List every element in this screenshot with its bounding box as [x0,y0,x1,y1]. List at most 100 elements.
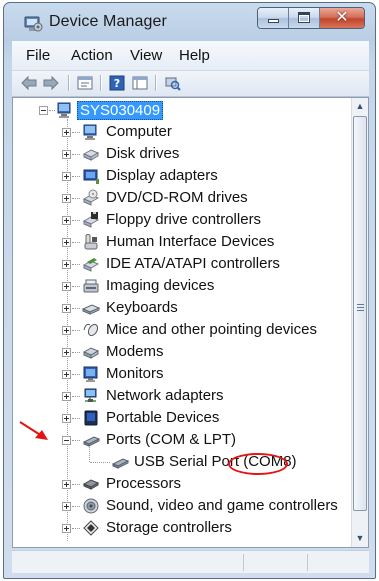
tree-item-row[interactable]: Human Interface Devices [13,231,348,253]
menu-bar: File Action View Help [12,41,369,71]
maximize-icon [298,12,310,23]
tree-item-label[interactable]: Human Interface Devices [106,233,274,250]
expand-toggle-icon[interactable] [62,172,71,181]
floppy-icon [82,212,100,228]
expand-toggle-icon[interactable] [62,370,71,379]
expand-toggle-icon[interactable] [62,414,71,423]
tree-item-label[interactable]: Network adapters [106,387,224,404]
tree-item-row[interactable]: Floppy drive controllers [13,209,348,231]
expand-toggle-icon[interactable] [62,392,71,401]
tree-item-label[interactable]: Floppy drive controllers [106,211,261,228]
toolbar-separator [68,75,69,91]
tree-item-label[interactable]: Portable Devices [106,409,219,426]
tree-item-label[interactable]: DVD/CD-ROM drives [106,189,248,206]
tree-item-row[interactable]: Computer [13,121,348,143]
menu-action[interactable]: Action [71,47,113,64]
minimize-icon [268,19,279,23]
tree-item-row[interactable]: Network adapters [13,385,348,407]
tree-item-row[interactable]: Portable Devices [13,407,348,429]
expand-toggle-icon[interactable] [62,150,71,159]
status-cell [308,554,368,571]
tree-item-label[interactable]: Ports (COM & LPT) [106,431,236,448]
mouse-icon [83,323,99,337]
collapse-toggle-icon[interactable] [39,106,48,115]
tree-item-row[interactable]: Mice and other pointing devices [13,319,348,341]
tree-item-label[interactable]: Storage controllers [106,519,232,536]
storage-icon [83,520,99,536]
tree-item-label[interactable]: Processors [106,475,181,492]
scan-hardware-icon[interactable] [162,74,182,92]
tree-item-row[interactable]: Processors [13,473,348,495]
expand-toggle-icon[interactable] [62,524,71,533]
title-bar[interactable]: Device Manager ✕ [4,3,375,41]
maximize-button[interactable] [289,8,320,28]
expand-toggle-icon[interactable] [62,128,71,137]
tree-item-label[interactable]: Mice and other pointing devices [106,321,317,338]
caption-buttons: ✕ [257,7,365,29]
back-icon[interactable] [19,74,39,92]
minimize-button[interactable] [258,8,289,28]
device-manager-window: Device Manager ✕ File Action View Help ?… [3,2,376,579]
tree-root-row[interactable]: SYS030409 [13,99,348,121]
tree-item-label[interactable]: Disk drives [106,145,179,162]
tree-item-row[interactable]: Display adapters [13,165,348,187]
tree-item-row[interactable]: Disk drives [13,143,348,165]
status-cell [12,554,244,571]
expand-toggle-icon[interactable] [62,304,71,313]
scroll-up-icon[interactable]: ▲ [352,98,368,115]
tree-item-row[interactable]: DVD/CD-ROM drives [13,187,348,209]
tree-item-row[interactable]: Storage controllers [13,517,348,539]
scroll-thumb[interactable] [353,116,367,511]
tree-item-row[interactable]: Keyboards [13,297,348,319]
port-icon [111,458,129,469]
tree-item-row[interactable]: Ports (COM & LPT) [13,429,348,451]
menu-file[interactable]: File [26,47,50,64]
tree-item-row[interactable]: Modems [13,341,348,363]
tree-item-label[interactable]: Keyboards [106,299,178,316]
port-icon [82,436,100,447]
tree-item-label[interactable]: Monitors [106,365,164,382]
expand-toggle-icon[interactable] [62,502,71,511]
network-icon [84,388,97,402]
annotation-circle [228,453,288,475]
toolbar-separator [155,75,156,91]
collapse-toggle-icon[interactable] [62,436,71,445]
menu-help[interactable]: Help [179,47,210,64]
forward-icon[interactable] [41,74,61,92]
processor-icon [82,479,100,490]
tree-item-label[interactable]: IDE ATA/ATAPI controllers [106,255,280,272]
tree-item-row[interactable]: IDE ATA/ATAPI controllers [13,253,348,275]
help-icon[interactable]: ? [107,74,127,92]
tree-item-row[interactable]: Sound, video and game controllers [13,495,348,517]
close-button[interactable]: ✕ [320,8,364,28]
expand-toggle-icon[interactable] [62,326,71,335]
tree-root-label[interactable]: SYS030409 [77,101,164,120]
expand-toggle-icon[interactable] [62,260,71,269]
scroll-down-icon[interactable]: ▼ [352,530,368,547]
monitor-icon [83,366,98,382]
tree-item-label[interactable]: Display adapters [106,167,218,184]
expand-toggle-icon[interactable] [62,238,71,247]
tree-item-label[interactable]: Sound, video and game controllers [106,497,338,514]
keyboard-icon [82,304,100,315]
expand-toggle-icon[interactable] [62,480,71,489]
toolbar-separator [100,75,101,91]
expand-toggle-icon[interactable] [62,194,71,203]
tree-item-label[interactable]: Computer [106,123,172,140]
tree-item-row[interactable]: Monitors [13,363,348,385]
expand-toggle-icon[interactable] [62,216,71,225]
window-title: Device Manager [49,13,167,30]
svg-text:?: ? [114,77,120,90]
expand-toggle-icon[interactable] [62,282,71,291]
tree-item-row[interactable]: Imaging devices [13,275,348,297]
tree-item-label[interactable]: Imaging devices [106,277,214,294]
tree-item-label[interactable]: Modems [106,343,164,360]
tree-child-row[interactable]: USB Serial Port (COM8) [13,447,348,473]
properties-icon[interactable] [75,74,95,92]
expand-toggle-icon[interactable] [62,348,71,357]
sound-icon [83,498,99,514]
show-hidden-icon[interactable] [130,74,150,92]
vertical-scrollbar[interactable]: ▲ ▼ [351,98,368,547]
menu-view[interactable]: View [130,47,162,64]
status-cell [244,554,308,571]
